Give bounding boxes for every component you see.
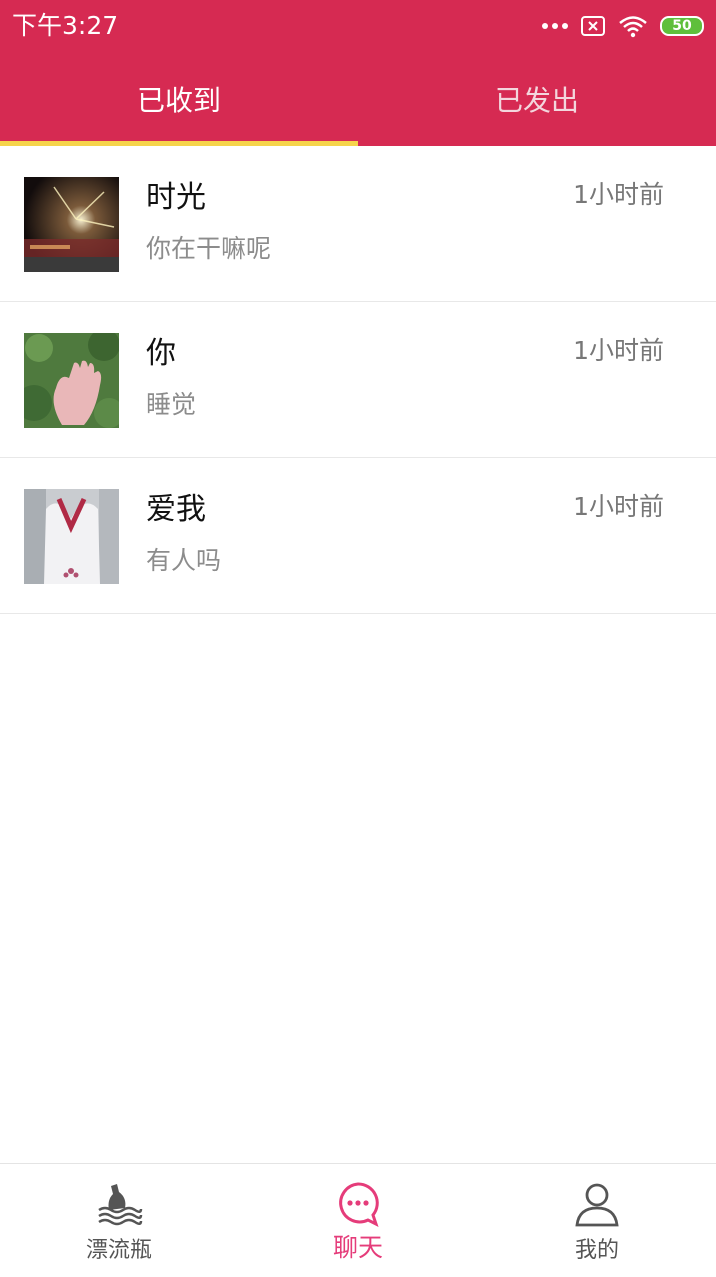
avatar[interactable]: [24, 333, 119, 428]
status-bar: 下午3:27 50: [0, 0, 716, 52]
user-icon: [575, 1183, 619, 1227]
message-preview: 睡觉: [146, 390, 197, 419]
app-header: 下午3:27 50 已收到 已发出: [0, 0, 716, 146]
nav-label: 聊天: [332, 1233, 383, 1262]
nav-bottle[interactable]: 漂流瓶: [0, 1164, 238, 1277]
message-row[interactable]: 爱我 有人吗 1小时前: [0, 458, 716, 614]
chat-icon: [339, 1182, 379, 1227]
status-icons: 50: [542, 12, 704, 40]
wifi-icon: [619, 16, 647, 38]
message-time: 1小时前: [573, 492, 664, 521]
status-time: 下午3:27: [12, 11, 119, 40]
message-list: 时光 你在干嘛呢 1小时前 你 睡觉 1小时前 爱我 有人吗 1小时前: [0, 146, 716, 614]
tab-sent[interactable]: 已发出: [358, 52, 716, 146]
more-dots-icon: [542, 23, 568, 29]
nav-label: 漂流瓶: [85, 1238, 152, 1263]
message-preview: 有人吗: [146, 546, 222, 575]
message-row[interactable]: 你 睡觉 1小时前: [0, 302, 716, 458]
no-sim-icon: [581, 16, 605, 36]
nav-profile[interactable]: 我的: [478, 1164, 716, 1277]
bottle-icon: [98, 1184, 143, 1226]
avatar[interactable]: [24, 177, 119, 272]
battery-icon: 50: [660, 16, 704, 36]
contact-name: 时光: [146, 180, 206, 215]
bottom-navigation: 漂流瓶 聊天 我的: [0, 1163, 716, 1277]
avatar[interactable]: [24, 489, 119, 584]
message-time: 1小时前: [573, 180, 664, 209]
contact-name: 你: [146, 336, 176, 371]
tab-received[interactable]: 已收到: [0, 52, 358, 146]
nav-chat[interactable]: 聊天: [239, 1164, 477, 1277]
tab-bar: 已收到 已发出: [0, 52, 716, 146]
message-time: 1小时前: [573, 336, 664, 365]
contact-name: 爱我: [146, 492, 206, 527]
nav-label: 我的: [574, 1238, 619, 1263]
message-row[interactable]: 时光 你在干嘛呢 1小时前: [0, 146, 716, 302]
battery-level: 50: [672, 18, 692, 34]
message-preview: 你在干嘛呢: [146, 234, 272, 263]
